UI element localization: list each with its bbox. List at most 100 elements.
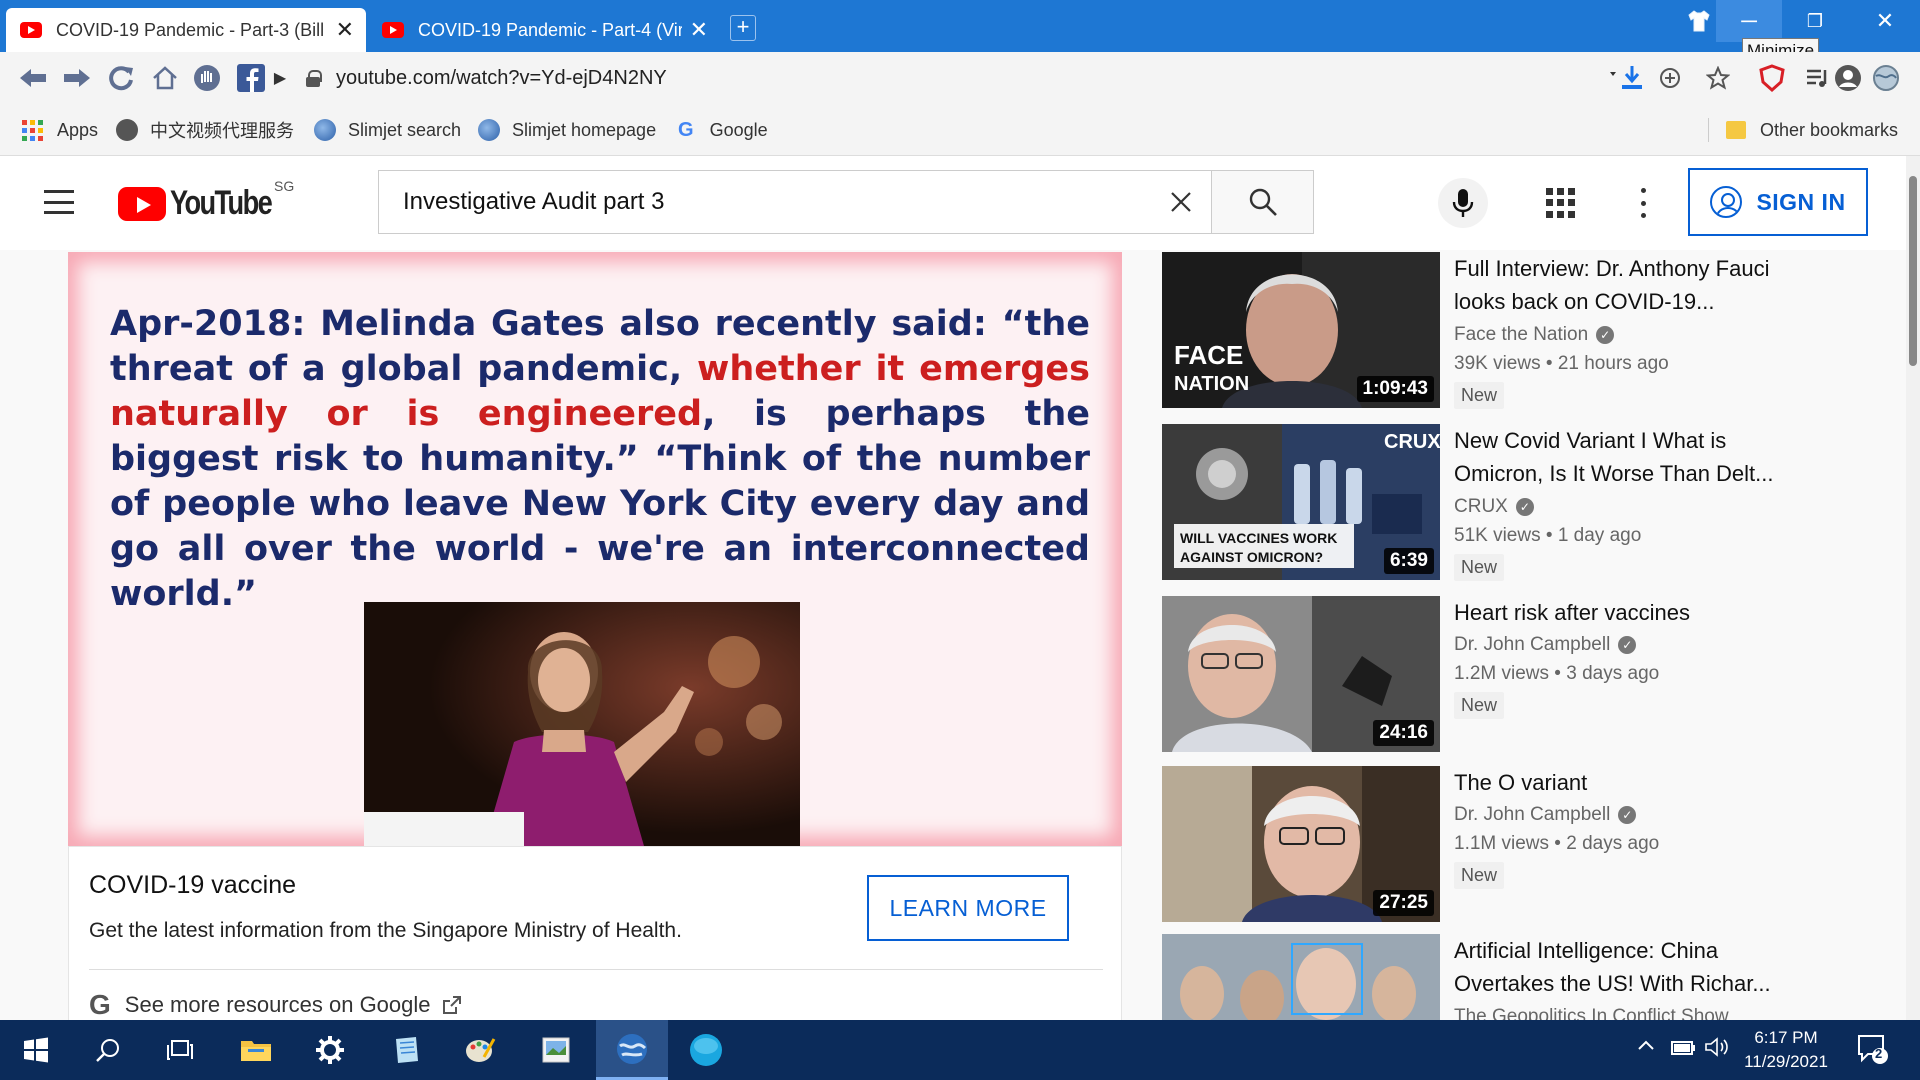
video-thumbnail[interactable]: 27:25 — [1162, 766, 1440, 922]
close-window-button[interactable]: ✕ — [1852, 0, 1918, 42]
thumb-crux-caption-1: WILL VACCINES WORK — [1180, 530, 1337, 546]
tray-expand-icon[interactable] — [1636, 1036, 1656, 1062]
video-title[interactable]: Full Interview: Dr. Anthony Fauci looks … — [1454, 252, 1814, 318]
watch-page: Apr-2018: Melinda Gates also recently sa… — [0, 250, 1906, 1020]
youtube-play-icon — [118, 186, 166, 221]
page-scrollbar[interactable] — [1906, 156, 1920, 1020]
video-title[interactable]: Artificial Intelligence: China Overtakes… — [1454, 934, 1814, 1000]
apps-grid-icon — [22, 119, 43, 141]
task-view-button[interactable] — [144, 1020, 216, 1080]
search-taskbar-button[interactable] — [72, 1020, 144, 1080]
recommendation-item[interactable]: FACE NATION 1:09:43 Full Interview: Dr. … — [1162, 252, 1882, 409]
scrollbar-thumb[interactable] — [1909, 176, 1917, 366]
youtube-apps-grid-icon[interactable] — [1546, 188, 1576, 218]
slimjet-browser-button[interactable] — [596, 1020, 668, 1080]
video-player[interactable]: Apr-2018: Melinda Gates also recently sa… — [68, 252, 1122, 846]
video-thumbnail[interactable]: FACE NATION 1:09:43 — [1162, 252, 1440, 408]
bookmark-slimjet-search[interactable]: Slimjet search — [314, 116, 461, 144]
learn-more-button[interactable]: LEARN MORE — [867, 875, 1069, 941]
info-panel-divider — [89, 969, 1103, 970]
channel-name[interactable]: Dr. John Campbell ✓ — [1454, 634, 1637, 656]
address-bar[interactable]: youtube.com/watch?v=Yd-ejD4N2NY — [306, 60, 1596, 96]
search-input[interactable] — [379, 171, 1151, 233]
menu-icon[interactable] — [44, 190, 74, 214]
file-explorer-button[interactable] — [220, 1020, 292, 1080]
zoom-icon[interactable] — [1656, 64, 1684, 92]
restore-button[interactable]: ❐ — [1782, 0, 1848, 42]
video-meta: 51K views • 1 day ago — [1454, 525, 1642, 546]
facebook-icon[interactable] — [234, 62, 268, 94]
video-thumbnail[interactable]: CRUX. WILL VACCINES WORK AGAINST OMICRON… — [1162, 424, 1440, 580]
channel-name[interactable]: CRUX ✓ — [1454, 496, 1534, 518]
shield-extension-icon[interactable] — [1758, 64, 1786, 92]
region-code: SG — [274, 178, 295, 194]
video-title[interactable]: The O variant — [1454, 766, 1814, 799]
settings-taskbar-button[interactable] — [294, 1020, 366, 1080]
paint-button[interactable] — [444, 1020, 516, 1080]
browser-menu-globe-icon[interactable] — [1872, 64, 1900, 92]
video-title[interactable]: New Covid Variant I What is Omicron, Is … — [1454, 424, 1814, 490]
bookmark-label: 中文视频代理服务 — [150, 121, 294, 141]
windows-taskbar: 6:17 PM 11/29/2021 2 — [0, 1020, 1920, 1080]
sign-in-button[interactable]: SIGN IN — [1688, 168, 1868, 236]
google-resources-link[interactable]: G See more resources on Google — [89, 989, 463, 1020]
hand-tool-icon[interactable] — [190, 62, 224, 94]
web-app-button[interactable] — [670, 1020, 742, 1080]
bookmark-chinese-proxy[interactable]: 中文视频代理服务 — [116, 116, 294, 144]
volume-icon[interactable] — [1704, 1036, 1730, 1064]
voice-search-button[interactable] — [1438, 178, 1488, 228]
battery-icon[interactable] — [1670, 1036, 1696, 1064]
tab-close-icon[interactable]: ✕ — [336, 19, 354, 41]
new-tab-button[interactable]: + — [730, 15, 756, 41]
video-thumbnail[interactable] — [1162, 934, 1440, 1020]
youtube-logo[interactable]: YouTube — [118, 184, 296, 223]
thumb-crux-logo: CRUX. — [1384, 431, 1440, 453]
channel-name[interactable]: Dr. John Campbell ✓ — [1454, 804, 1637, 826]
bookmark-google[interactable]: G Google — [678, 116, 768, 144]
channel-name[interactable]: The Geopolitics In Conflict Show — [1454, 1006, 1729, 1020]
globe-icon — [314, 119, 336, 141]
browser-toolbar: ▶ youtube.com/watch?v=Yd-ejD4N2NY — [0, 52, 1920, 104]
search-button[interactable] — [1211, 171, 1313, 233]
bookmark-apps[interactable]: Apps — [22, 116, 98, 144]
settings-more-icon[interactable] — [1638, 188, 1648, 218]
video-duration: 27:25 — [1373, 890, 1434, 916]
new-badge: New — [1454, 862, 1505, 889]
channel-name[interactable]: Face the Nation ✓ — [1454, 324, 1615, 346]
video-thumbnail[interactable]: 24:16 — [1162, 596, 1440, 752]
other-bookmarks[interactable]: Other bookmarks — [1726, 116, 1898, 144]
system-clock[interactable]: 6:17 PM 11/29/2021 — [1736, 1026, 1836, 1074]
more-extensions-chevron-icon[interactable]: ▶ — [270, 62, 290, 94]
tab-part-3[interactable]: COVID-19 Pandemic - Part-3 (Bill Gates ✕ — [6, 8, 366, 52]
speaker-photo — [364, 602, 800, 846]
google-resources-label: See more resources on Google — [124, 992, 431, 1017]
back-arrow-icon[interactable] — [16, 62, 50, 94]
forward-arrow-icon[interactable] — [60, 62, 94, 94]
recommendation-item[interactable]: 24:16 Heart risk after vaccines Dr. John… — [1162, 596, 1882, 752]
verified-check-icon: ✓ — [1618, 806, 1637, 824]
new-badge: New — [1454, 554, 1505, 581]
notepad-button[interactable] — [370, 1020, 442, 1080]
reload-icon[interactable] — [104, 62, 138, 94]
notification-center-button[interactable]: 2 — [1856, 1032, 1890, 1072]
url-text[interactable]: youtube.com/watch?v=Yd-ejD4N2NY — [336, 67, 667, 90]
image-viewer-button[interactable] — [520, 1020, 592, 1080]
start-button[interactable] — [0, 1020, 72, 1080]
home-icon[interactable] — [148, 62, 182, 94]
shirt-icon[interactable] — [1686, 8, 1712, 34]
notepad-icon — [396, 1037, 418, 1063]
clock-time: 6:17 PM — [1754, 1028, 1818, 1047]
minimize-button[interactable]: ─ — [1716, 0, 1782, 42]
profile-avatar-icon[interactable] — [1834, 64, 1862, 92]
recommendation-item[interactable]: Artificial Intelligence: China Overtakes… — [1162, 934, 1882, 1020]
media-playlist-icon[interactable] — [1804, 64, 1832, 92]
video-title[interactable]: Heart risk after vaccines — [1454, 596, 1814, 629]
bookmark-star-icon[interactable] — [1704, 64, 1732, 92]
clear-search-icon[interactable] — [1151, 171, 1211, 233]
recommendation-item[interactable]: CRUX. WILL VACCINES WORK AGAINST OMICRON… — [1162, 424, 1882, 581]
tab-close-icon[interactable]: ✕ — [690, 19, 708, 41]
bookmark-slimjet-homepage[interactable]: Slimjet homepage — [478, 116, 656, 144]
recommendation-item[interactable]: 27:25 The O variant Dr. John Campbell ✓ 1… — [1162, 766, 1882, 922]
download-icon[interactable] — [1608, 64, 1648, 92]
tab-part-4[interactable]: COVID-19 Pandemic - Part-4 (Virus ✕ — [368, 8, 720, 52]
